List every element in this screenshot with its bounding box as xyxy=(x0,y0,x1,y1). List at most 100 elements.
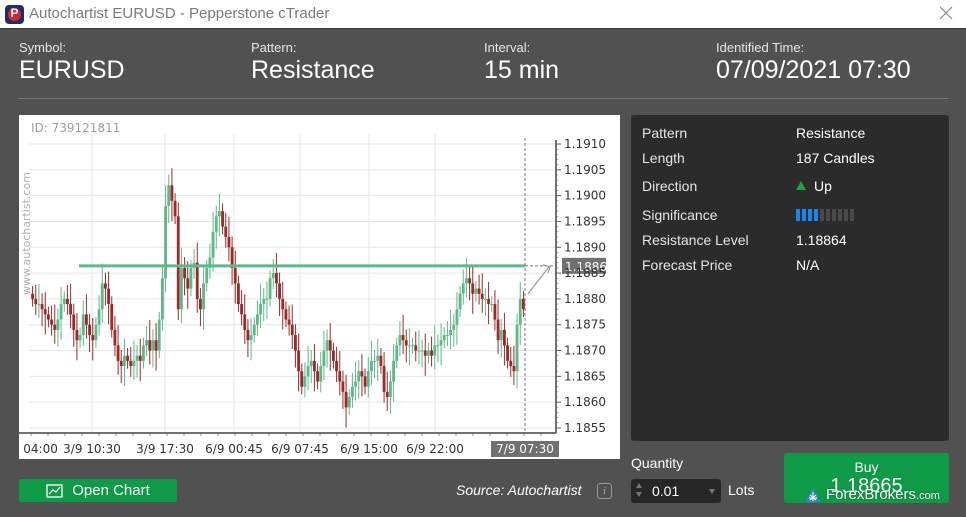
candle-bear xyxy=(154,340,158,351)
open-chart-button[interactable]: Open Chart xyxy=(19,479,177,502)
candle-bull xyxy=(449,329,453,336)
candle-bear xyxy=(183,267,187,279)
x-tick-label: 3/9 04:00 xyxy=(19,442,58,456)
info-forecast-value: N/A xyxy=(796,257,820,273)
candle-bear xyxy=(274,273,278,284)
candle-bear xyxy=(53,324,57,330)
info-icon[interactable]: i xyxy=(597,483,612,499)
candle-bull xyxy=(518,298,522,325)
window-title: Autochartist EURUSD - Pepperstone cTrade… xyxy=(29,5,330,22)
y-tick-label: 1.1895 xyxy=(564,214,606,228)
candle-bear xyxy=(487,298,491,305)
candle-bull xyxy=(78,335,82,341)
candle-bear xyxy=(360,371,364,377)
interval-label: Interval: xyxy=(484,40,531,55)
title-bar: P Autochartist EURUSD - Pepperstone cTra… xyxy=(0,0,966,29)
info-resistance-label: Resistance Level xyxy=(642,232,749,248)
candle-bear xyxy=(126,355,130,361)
candle-bear xyxy=(91,335,95,341)
chevron-down-icon[interactable] xyxy=(709,489,715,494)
candle-bull xyxy=(271,273,275,279)
candle-bull xyxy=(56,319,60,330)
candle-bull xyxy=(376,355,380,361)
x-tick-label: 6/9 22:00 xyxy=(406,442,464,456)
candle-bear xyxy=(107,288,111,305)
candle-bear xyxy=(34,298,38,305)
candle-bear xyxy=(84,314,88,325)
identified-time-value: 07/09/2021 07:30 xyxy=(716,56,911,84)
watermark-suffix: .com xyxy=(916,490,940,502)
candle-bear xyxy=(221,211,225,227)
pattern-chart[interactable]: ID: 739121811 www.autochartist.com 1.188… xyxy=(19,115,620,459)
candle-bear xyxy=(75,329,79,341)
candle-bull xyxy=(392,360,396,382)
candle-bull xyxy=(357,371,361,382)
candle-bull xyxy=(417,350,421,352)
candle-bear xyxy=(477,288,481,294)
candle-bull xyxy=(202,283,206,310)
significance-bar xyxy=(802,209,806,221)
candle-bull xyxy=(259,304,263,315)
candle-bear xyxy=(335,360,339,372)
candle-bull xyxy=(135,355,139,361)
candle-bear xyxy=(65,298,69,305)
candle-bear xyxy=(198,298,202,310)
forecast-arrow xyxy=(527,266,550,295)
candle-bull xyxy=(306,366,310,377)
y-tick-label: 1.1865 xyxy=(564,369,606,383)
candle-bull xyxy=(145,340,149,346)
chart-svg: ID: 739121811 www.autochartist.com 1.188… xyxy=(19,121,607,457)
y-tick-label: 1.1875 xyxy=(564,318,606,332)
pattern-label: Pattern: xyxy=(251,40,297,55)
candle-bull xyxy=(490,304,494,306)
chart-line-icon xyxy=(46,483,63,498)
candle-bear xyxy=(233,267,237,284)
candle-bear xyxy=(170,185,174,201)
x-tick-label: 6/9 00:45 xyxy=(205,442,263,456)
candle-bear xyxy=(293,335,297,351)
candle-bear xyxy=(72,314,76,330)
candle-bear xyxy=(468,278,472,284)
candle-bear xyxy=(110,304,114,330)
significance-meter xyxy=(796,209,854,221)
candle-bull xyxy=(395,345,399,361)
quantity-value: 0.01 xyxy=(652,483,680,499)
candle-bull xyxy=(132,360,136,367)
candle-layer xyxy=(31,168,525,428)
axis-layer: 1.19101.19051.19001.18951.18901.18851.18… xyxy=(19,137,606,456)
chart-id-label: ID: 739121811 xyxy=(31,121,120,135)
candle-bear xyxy=(195,262,199,299)
candle-bear xyxy=(344,391,348,408)
info-resistance-value: 1.18864 xyxy=(796,232,847,248)
candle-bear xyxy=(521,298,525,310)
forexbrokers-logo-icon xyxy=(805,487,821,502)
candle-bear xyxy=(88,324,92,336)
spinner-arrows-icon[interactable] xyxy=(636,483,642,499)
candle-bear xyxy=(40,304,44,310)
candle-bear xyxy=(502,329,506,346)
candle-bear xyxy=(224,226,228,237)
header-interval: Interval: 15 min xyxy=(484,40,559,85)
candle-bear xyxy=(480,293,484,299)
candle-bull xyxy=(461,283,465,294)
candle-bear xyxy=(284,309,288,320)
candle-bull xyxy=(214,216,218,232)
candle-bull xyxy=(167,185,171,206)
candle-bull xyxy=(157,319,161,351)
candle-bear xyxy=(176,216,180,310)
close-button[interactable] xyxy=(934,4,958,24)
overlay-layer: 1.18867/9 07:30 xyxy=(79,138,607,457)
symbol-label: Symbol: xyxy=(19,40,66,55)
candle-bull xyxy=(499,329,503,341)
quantity-stepper[interactable]: 0.01 xyxy=(631,479,721,503)
watermark-text: ForexBrokers xyxy=(826,486,917,503)
x-tick-label: 3/9 10:30 xyxy=(63,442,121,456)
candle-bear xyxy=(43,309,47,315)
up-arrow-icon xyxy=(796,181,806,190)
candle-bear xyxy=(331,350,335,361)
y-tick-label: 1.1870 xyxy=(564,344,606,358)
candle-bear xyxy=(312,360,316,372)
candle-bear xyxy=(506,345,510,361)
info-length-label: Length xyxy=(642,150,685,166)
candle-bear xyxy=(382,366,386,392)
